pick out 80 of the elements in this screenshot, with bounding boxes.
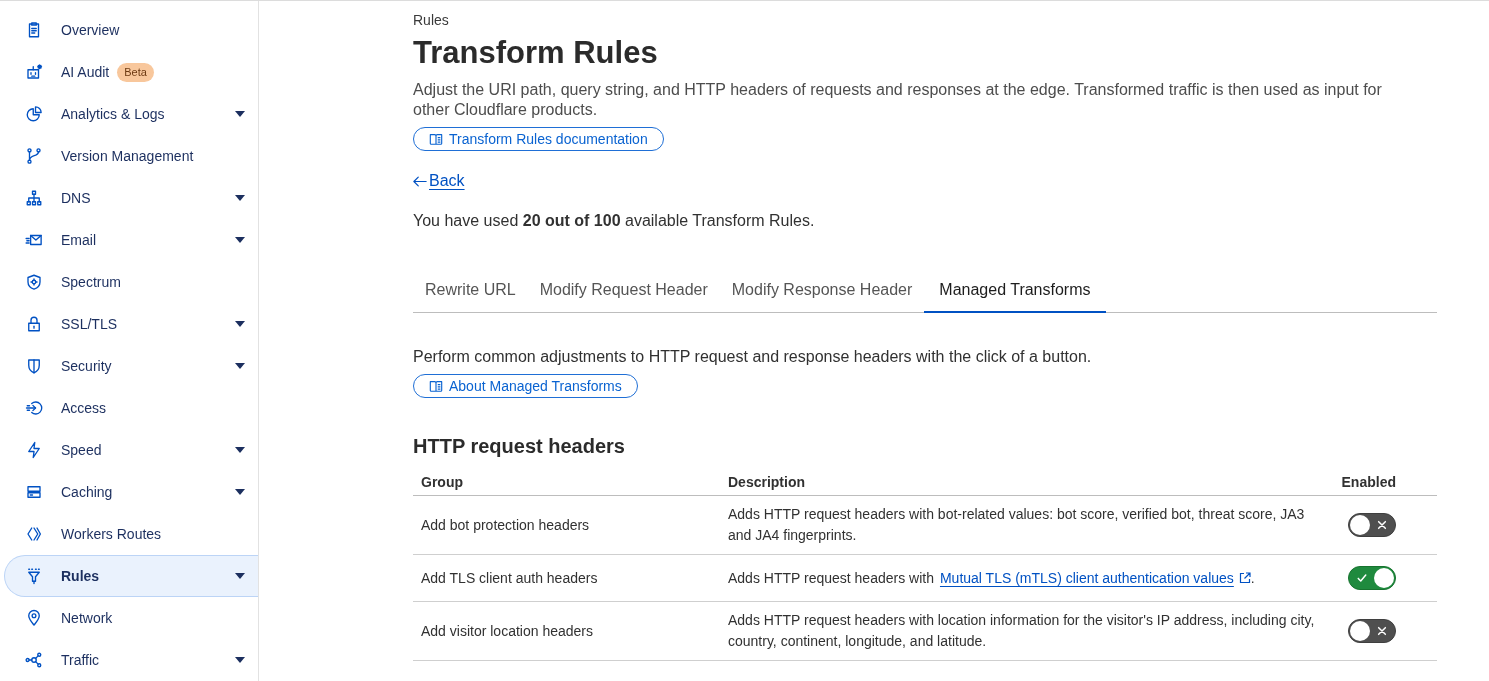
x-icon — [1377, 520, 1387, 530]
documentation-button[interactable]: Transform Rules documentation — [413, 127, 664, 151]
beta-badge: Beta — [117, 62, 154, 82]
sidebar-item[interactable]: Workers Routes — [4, 513, 258, 555]
stack-icon — [25, 483, 43, 501]
sidebar-label: Caching — [61, 484, 113, 500]
sidebar-item[interactable]: Overview — [4, 9, 258, 51]
group-cell-text: Add TLS client auth headers — [420, 568, 599, 588]
sidebar-item[interactable]: Caching — [4, 471, 258, 513]
column-header: Description — [727, 474, 806, 491]
description-cell-text: Adds HTTP request headers with bot-related values: bot score, verified bot, threat score, JA3 and JA4 fingerprints. — [727, 505, 1306, 545]
check-icon — [1357, 573, 1367, 583]
tab[interactable]: Managed Transforms — [924, 269, 1106, 313]
sidebar-label: Rules — [61, 568, 100, 584]
description-cell-text: Adds HTTP request headers with location information for the visitor's IP address, including city, country, continent, longitude, and latitude. — [727, 611, 1316, 651]
docs-link[interactable]: Mutual TLS (mTLS) client authentication values — [939, 569, 1251, 586]
book-icon — [429, 132, 443, 146]
share-nodes-icon — [25, 651, 43, 669]
sidebar-item[interactable]: AI Audit Beta — [4, 51, 258, 93]
sidebar-item[interactable]: Traffic — [4, 639, 258, 681]
robot-icon — [25, 63, 43, 81]
sidebar-item[interactable]: Network — [4, 597, 258, 639]
section-heading: HTTP request headers — [413, 434, 625, 458]
sidebar-label: Spectrum — [61, 274, 121, 290]
lightning-icon — [25, 441, 43, 459]
branch-icon — [25, 147, 43, 165]
intro-text: Perform common adjustments to HTTP request and response headers with the click of a button. — [413, 347, 1092, 367]
x-icon — [1377, 626, 1387, 636]
tab[interactable]: Rewrite URL — [413, 269, 528, 313]
sidebar-item[interactable]: Access — [4, 387, 258, 429]
sidebar-label: AI Audit — [61, 64, 110, 80]
sidebar-item[interactable]: SSL/TLS — [4, 303, 258, 345]
column-header: Group — [420, 474, 464, 491]
sidebar-item[interactable]: Version Management — [4, 135, 258, 177]
sidebar-label: Security — [61, 358, 112, 374]
sidebar-item[interactable]: Email — [4, 219, 258, 261]
funnel-icon — [25, 567, 43, 585]
sidebar-label: Email — [61, 232, 96, 248]
sidebar-item[interactable]: DNS — [4, 177, 258, 219]
sidebar-label: Overview — [61, 22, 120, 38]
pie-chart-icon — [25, 105, 43, 123]
sidebar-label: Workers Routes — [61, 526, 162, 542]
back-link[interactable]: Back — [413, 171, 465, 191]
sidebar-item[interactable]: Analytics & Logs — [4, 93, 258, 135]
breadcrumb: Rules — [413, 11, 449, 29]
sidebar-label: Network — [61, 610, 113, 626]
tab[interactable]: Modify Request Header — [527, 269, 720, 313]
sidebar-item[interactable]: Rules — [4, 555, 258, 597]
sidebar-label: Version Management — [61, 148, 194, 164]
sidebar-label: Traffic — [61, 652, 100, 668]
group-cell-text: Add visitor location headers — [420, 621, 594, 641]
column-header: Enabled — [1341, 474, 1397, 491]
shield-icon — [25, 357, 43, 375]
about-button[interactable]: About Managed Transforms — [413, 374, 638, 398]
sidebar-label: Speed — [61, 442, 102, 458]
sidebar-label: Analytics & Logs — [61, 106, 165, 122]
toggle-switch[interactable] — [1348, 619, 1396, 643]
sidebar-item[interactable]: Speed — [4, 429, 258, 471]
padlock-icon — [25, 315, 43, 333]
sign-in-icon — [25, 399, 43, 417]
group-cell-text: Add bot protection headers — [420, 515, 591, 535]
sidebar-item[interactable]: Spectrum — [4, 261, 258, 303]
book-icon — [429, 379, 443, 393]
toggle-switch[interactable] — [1348, 566, 1396, 590]
sidebar-item[interactable]: Security — [4, 345, 258, 387]
external-link-icon — [1238, 571, 1251, 584]
tab[interactable]: Modify Response Header — [719, 269, 925, 313]
sidebar-label: Access — [61, 400, 107, 416]
usage-text: You have used 20 out of 100 available Transform Rules. — [413, 211, 815, 231]
page-description: Adjust the URI path, query string, and HTTP headers of requests and responses at the edge. Transformed traffic is then used as input for other Cloudflare products. — [413, 80, 1383, 120]
chevrons-icon — [25, 525, 43, 543]
sidebar-label: SSL/TLS — [61, 316, 118, 332]
page-title: Transform Rules — [413, 34, 658, 72]
description-cell-text: Adds HTTP request headers with Mutual TLS (mTLS) client authentication values . — [727, 568, 1256, 588]
map-pin-icon — [25, 609, 43, 627]
sidebar-label: DNS — [61, 190, 91, 206]
toggle-switch[interactable] — [1348, 513, 1396, 537]
shield-gear-icon — [25, 273, 43, 291]
sitemap-icon — [25, 189, 43, 207]
arrow-left-icon — [413, 175, 427, 187]
